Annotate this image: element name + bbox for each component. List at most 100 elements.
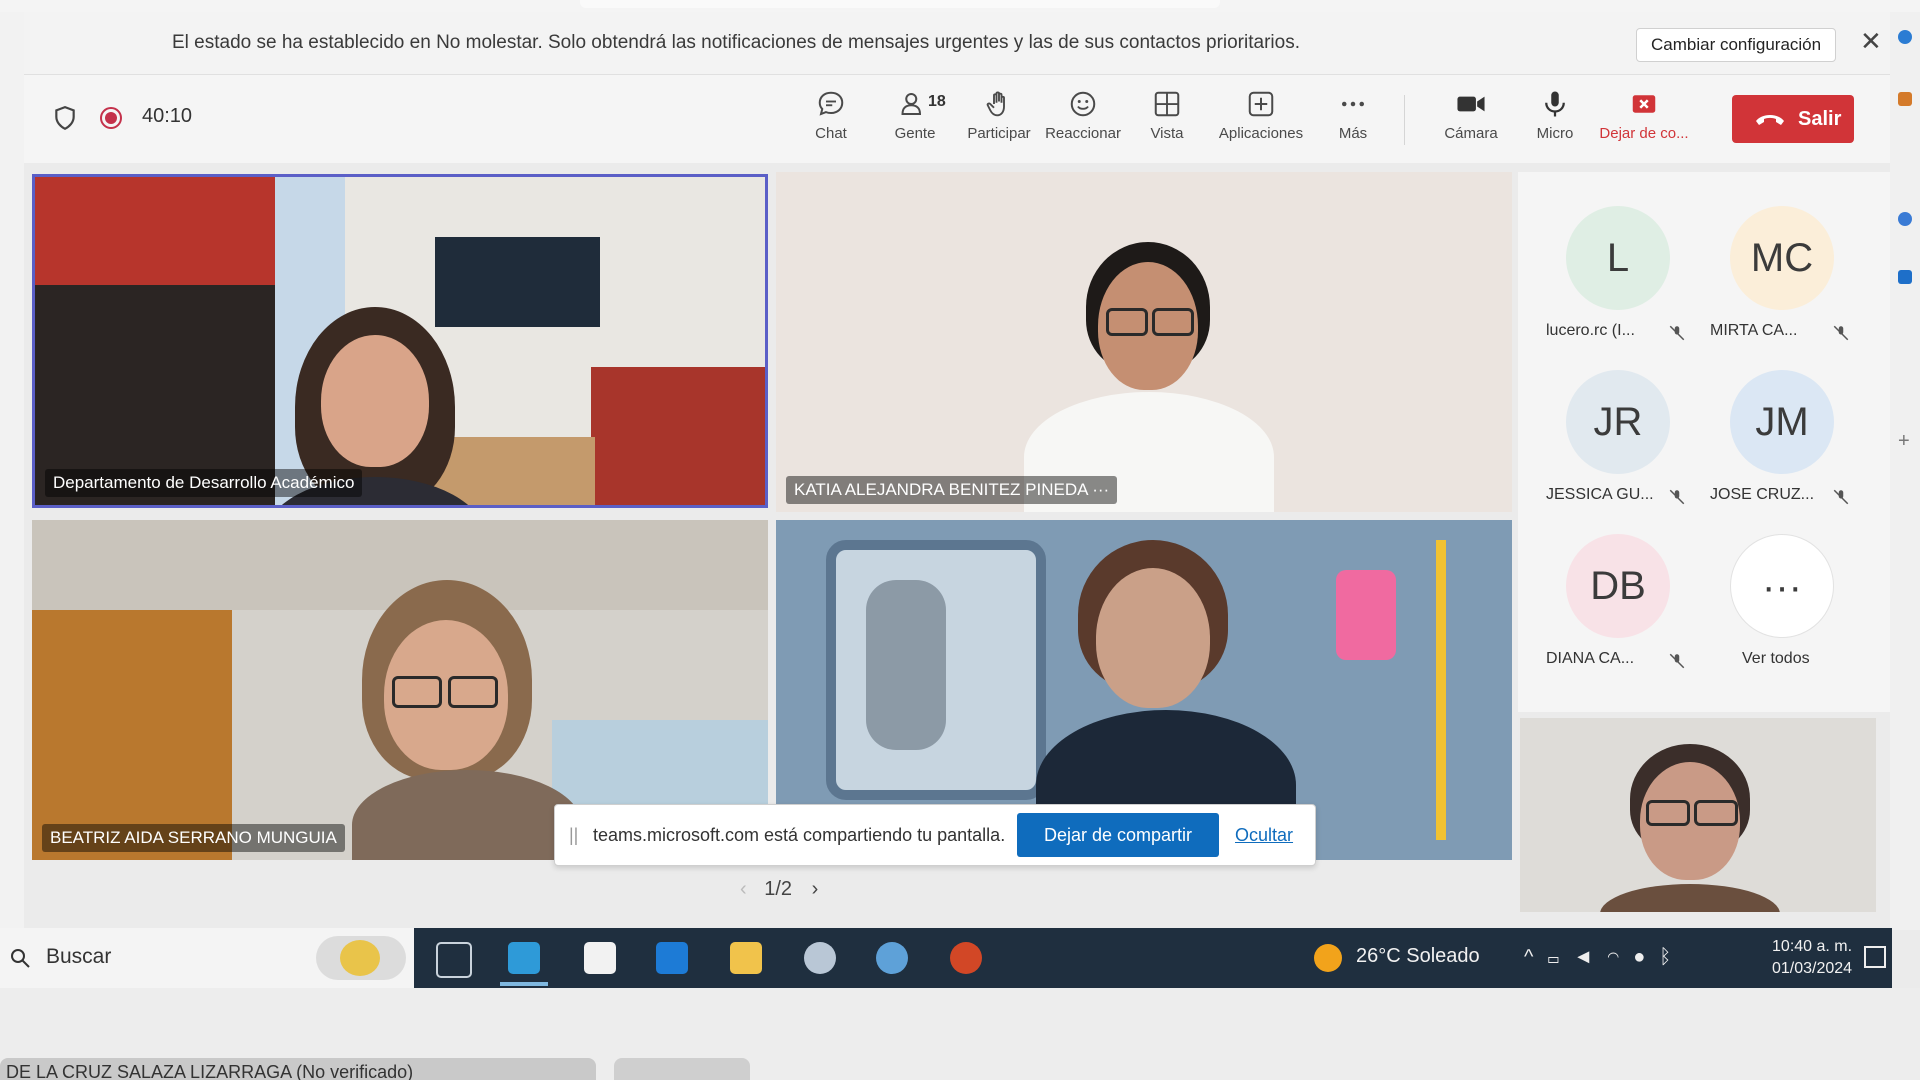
desk-drawer [591,367,765,505]
folder-icon[interactable] [730,942,762,974]
stop-sharing-label: Dejar de co... [1599,125,1689,142]
participant-name: JESSICA GU... [1546,486,1654,503]
microphone-icon [1545,91,1565,117]
app-icon[interactable] [1898,92,1912,106]
participant-avatar[interactable]: MC [1730,206,1834,310]
search-highlight [316,936,406,980]
previous-page-icon[interactable]: ‹ [740,878,747,900]
stop-sharing-button[interactable]: Dejar de compartir [1017,813,1219,857]
mic-button[interactable]: Micro [1512,89,1598,142]
participant-name-tab[interactable]: DE LA CRUZ SALAZA LIZARRAGA (No verifica… [0,1058,596,1080]
next-page-icon[interactable]: › [812,878,819,900]
notification-icon[interactable] [1864,946,1886,968]
close-icon[interactable]: ✕ [1860,26,1882,57]
recording-icon [100,107,122,129]
add-app-icon [1248,91,1274,117]
banner-text: El estado se ha establecido en No molest… [172,32,1300,53]
camera-button[interactable]: Cámara [1428,89,1514,142]
raise-hand-button[interactable]: Participar [956,89,1042,142]
more-icon: ··· [1762,565,1802,609]
mic-off-icon [1833,325,1849,341]
participant-name: KATIA ALEJANDRA BENITEZ PINEDA ··· [786,476,1118,504]
mic-off-icon [1669,325,1685,341]
people-count: 18 [928,93,946,110]
video-tile[interactable]: KATIA ALEJANDRA BENITEZ PINEDA ··· [776,172,1512,512]
hang-up-icon [1756,115,1784,125]
view-button[interactable]: Vista [1124,89,1210,142]
participant-avatar[interactable]: JM [1730,370,1834,474]
self-view-tile[interactable] [1520,718,1876,912]
apps-label: Aplicaciones [1218,125,1304,142]
participant-name: Departamento de Desarrollo Académico [45,469,363,497]
taskbar-search[interactable]: Buscar [0,928,414,988]
wifi-icon[interactable]: ◠ [1607,946,1633,968]
secondary-tab[interactable] [614,1058,750,1080]
chevron-up-icon[interactable]: ^ [1524,946,1547,968]
video-tile[interactable]: Departamento de Desarrollo Académico [32,174,768,508]
taskbar-clock[interactable]: 10:40 a. m. 01/03/2024 [1772,936,1852,980]
mail-icon[interactable] [656,942,688,974]
cabinet [35,177,275,285]
participant-avatar[interactable]: DB [1566,534,1670,638]
participant-name: MIRTA CA... [1710,322,1798,339]
see-all-button[interactable]: ··· [1730,534,1834,638]
search-icon [11,949,30,968]
change-settings-button[interactable]: Cambiar configuración [1636,28,1837,62]
leave-button[interactable]: Salir [1732,95,1854,143]
weather-text[interactable]: 26°C Soleado [1356,945,1480,968]
apps-button[interactable]: Aplicaciones [1208,89,1314,142]
camera-icon [1457,96,1485,112]
react-label: Reaccionar [1045,125,1121,142]
people-label: Gente [894,125,936,142]
app-icon[interactable] [804,942,836,974]
share-message: teams.microsoft.com está compartiendo tu… [593,825,1006,845]
edge-icon[interactable] [508,942,540,974]
more-button[interactable]: Más [1310,89,1396,142]
participant-avatar[interactable]: JR [1566,370,1670,474]
bluetooth-icon[interactable]: ᛒ [1659,946,1685,968]
sun-icon [1314,944,1342,972]
mic-tray-icon[interactable]: ● [1633,946,1659,968]
shield-icon[interactable] [52,105,78,131]
participant-name: BEATRIZ AIDA SERRANO MUNGUIA [42,824,345,852]
globe-icon[interactable] [876,942,908,974]
participant-gallery: L lucero.rc (I... MC MIRTA CA... JR JESS… [1518,172,1890,712]
add-icon[interactable]: + [1898,430,1910,453]
more-label: Más [1338,125,1368,142]
powerpoint-icon[interactable] [950,942,982,974]
app-icon[interactable] [1898,212,1912,226]
top-window-edge [0,0,1920,12]
chat-label: Chat [815,125,847,142]
people-button[interactable]: 18 Gente [872,89,958,142]
stop-share-icon [1632,95,1656,113]
robot-figure [866,580,946,750]
wall-monitor [435,237,600,327]
task-view-icon[interactable] [436,942,472,978]
search-placeholder: Buscar [46,945,112,968]
camera-label: Cámara [1444,125,1498,142]
volume-icon[interactable]: ◄ [1573,946,1607,968]
system-tray[interactable]: ^▭◄◠●ᛒ [1524,946,1685,969]
pink-lamp [1336,570,1396,660]
app-icon[interactable] [1898,30,1912,44]
smiley-icon [1070,91,1096,117]
page-indicator: 1/2 [764,878,793,900]
leave-label: Salir [1798,108,1842,130]
drag-handle[interactable]: || [569,825,578,846]
wood-panels [32,610,232,860]
app-icon[interactable] [1898,270,1912,284]
participant-avatar[interactable]: L [1566,206,1670,310]
store-icon[interactable] [584,942,616,974]
hide-link[interactable]: Ocultar [1235,825,1293,846]
gallery-pager: ‹ 1/2 › [740,878,818,901]
see-all-label: Ver todos [1742,650,1810,667]
chat-icon [818,91,844,116]
react-button[interactable]: Reaccionar [1040,89,1126,142]
network-icon[interactable]: ▭ [1547,946,1573,968]
left-edge-strip [0,0,24,930]
tile-more-icon[interactable]: ··· [1092,480,1109,499]
chat-button[interactable]: Chat [788,89,874,142]
stop-sharing-button[interactable]: Dejar de co... [1594,89,1694,142]
participant-name: DIANA CA... [1546,650,1635,667]
more-icon [1342,101,1364,107]
